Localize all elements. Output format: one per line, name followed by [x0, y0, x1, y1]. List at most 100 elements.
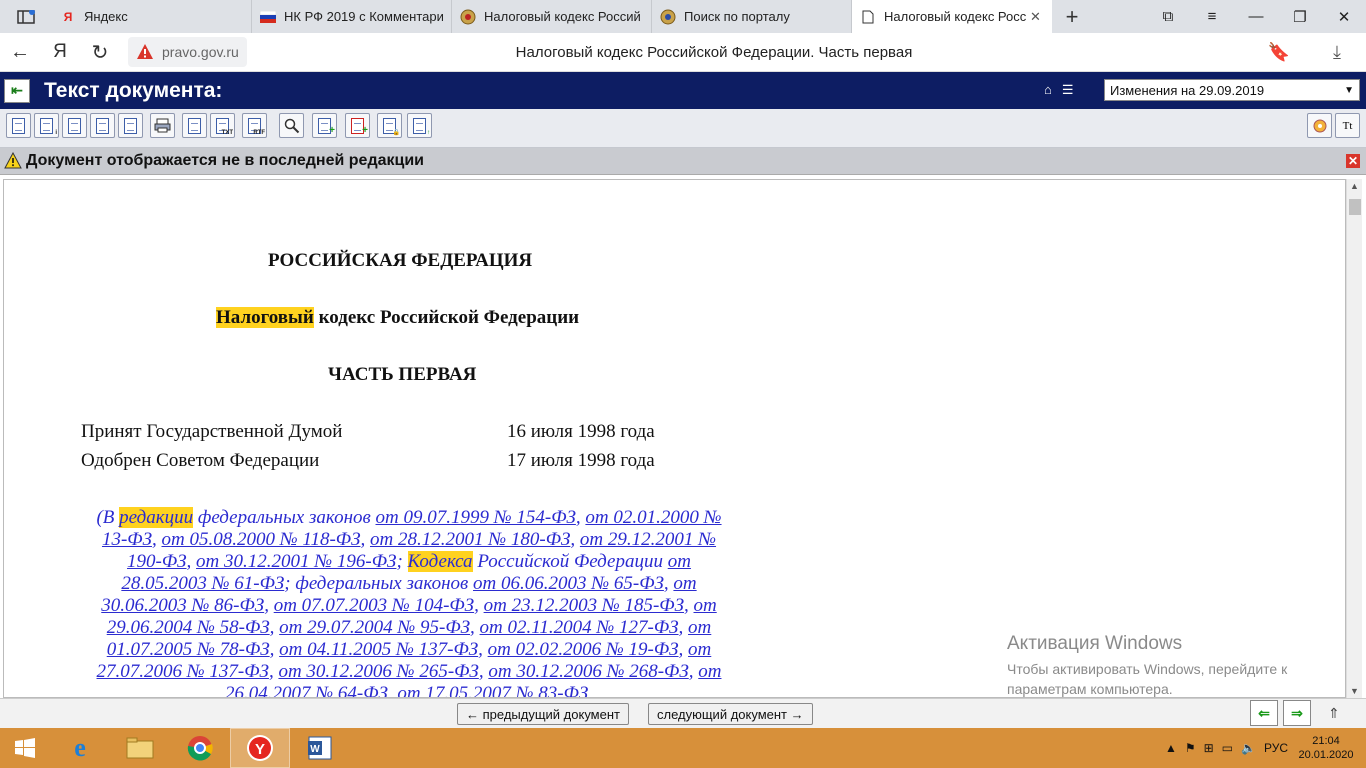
close-window-button[interactable]: ✕	[1322, 0, 1366, 33]
windows-activation-watermark: Активация Windows Чтобы активировать Win…	[1007, 633, 1288, 697]
close-icon[interactable]: ✕	[1346, 154, 1360, 168]
law-link[interactable]: от 02.11.2004 № 127-ФЗ	[480, 617, 679, 638]
svg-text:W: W	[310, 744, 320, 755]
law-link[interactable]: от 30.12.2006 № 268-ФЗ	[488, 661, 688, 682]
edition-select[interactable]: Изменения на 29.09.2019 ▼	[1104, 79, 1360, 101]
arrow-left-icon[interactable]: ⇐	[1250, 700, 1278, 726]
warning-icon	[137, 44, 153, 59]
search-in-doc-button[interactable]	[279, 113, 304, 138]
law-link[interactable]: от 23.12.2003 № 185-ФЗ	[484, 595, 684, 616]
url-field[interactable]: pravo.gov.ru	[128, 37, 247, 67]
law-link[interactable]: от 28.12.2001 № 180-ФЗ	[370, 529, 570, 550]
pin-icon[interactable]: ⧉	[1146, 0, 1190, 33]
add-to-folder-button[interactable]: +	[345, 113, 370, 138]
minimize-button[interactable]: —	[1234, 0, 1278, 33]
tab-active-document[interactable]: Налоговый кодекс Росс ✕	[852, 0, 1052, 33]
tab-nalogovyi-kodeks[interactable]: Налоговый кодекс Россий	[452, 0, 652, 33]
language-indicator[interactable]: РУС	[1264, 741, 1288, 755]
contents-icon[interactable]: ☰	[1062, 82, 1074, 98]
doc-country: РОССИЙСКАЯ ФЕДЕРАЦИЯ	[268, 250, 533, 271]
emblem-icon	[660, 9, 676, 25]
yandex-browser-icon[interactable]: Y	[230, 728, 290, 768]
search-icon	[284, 118, 299, 133]
print-preview-button[interactable]	[182, 113, 207, 138]
doc-text-button[interactable]	[6, 113, 31, 138]
tab-yandex[interactable]: Я Яндекс	[52, 0, 252, 33]
approved-date: 17 июля 1998 года	[507, 450, 655, 471]
tray-expand-icon[interactable]: ▲	[1165, 741, 1177, 755]
prev-document-button[interactable]: ← предыдущий документ	[457, 703, 629, 725]
law-link[interactable]: от 29.07.2004 № 95-ФЗ	[279, 617, 470, 638]
law-link[interactable]: от 30.12.2001 № 196-ФЗ	[196, 551, 396, 572]
law-link[interactable]: от 02.02.2006 № 19-ФЗ	[488, 639, 679, 660]
menu-icon[interactable]: ≡	[1190, 0, 1234, 33]
new-tab-button[interactable]: +	[1052, 0, 1092, 33]
yandex-icon: Я	[63, 9, 73, 24]
print-button[interactable]	[150, 113, 175, 138]
close-icon[interactable]: ✕	[1030, 9, 1044, 25]
chrome-icon[interactable]	[170, 728, 230, 768]
arrow-right-icon[interactable]: ⇒	[1283, 700, 1311, 726]
save-rtf-button[interactable]: RTF	[242, 113, 267, 138]
reload-button[interactable]: ↻	[80, 33, 120, 72]
law-link[interactable]: от 09.07.1999 № 154-ФЗ	[376, 507, 576, 528]
address-bar: ← Я ↻ pravo.gov.ru Налоговый кодекс Росс…	[0, 33, 1366, 72]
ie-icon[interactable]: e	[50, 728, 110, 768]
tabs-manager-icon[interactable]	[0, 0, 52, 33]
doc-info-button[interactable]: i	[34, 113, 59, 138]
doc-related-button[interactable]	[118, 113, 143, 138]
flag-icon[interactable]: ⚑	[1185, 741, 1196, 755]
clock[interactable]: 21:04 20.01.2020	[1296, 734, 1356, 762]
doc-part: ЧАСТЬ ПЕРВАЯ	[328, 364, 477, 385]
warning-icon	[4, 152, 22, 169]
scroll-thumb[interactable]	[1349, 199, 1361, 215]
file-explorer-icon[interactable]	[110, 728, 170, 768]
back-to-list-icon[interactable]: ⇤	[4, 78, 30, 103]
restore-button[interactable]: ❐	[1278, 0, 1322, 33]
law-link[interactable]: от 30.12.2006 № 265-ФЗ	[278, 661, 478, 682]
yandex-home-button[interactable]: Я	[40, 33, 80, 72]
export-doc-button[interactable]: ↑	[407, 113, 432, 138]
start-button[interactable]	[0, 728, 50, 768]
russia-flag-icon	[260, 9, 276, 25]
law-link[interactable]: от 07.07.2003 № 104-ФЗ	[274, 595, 474, 616]
system-tray: ▲ ⚑ ⊞ ▭ 🔈 РУС 21:04 20.01.2020	[1165, 734, 1366, 762]
edition-history: (В редакции федеральных законов от 09.07…	[84, 507, 734, 697]
tab-poisk-po-portalu[interactable]: Поиск по порталу	[652, 0, 852, 33]
doc-changes-button[interactable]	[62, 113, 87, 138]
download-icon[interactable]: ⤓	[1308, 42, 1366, 63]
lock-doc-button[interactable]: 🔒	[377, 113, 402, 138]
font-size-icon[interactable]: Tt	[1335, 113, 1360, 138]
word-icon[interactable]: W	[290, 728, 350, 768]
add-bookmark-button[interactable]: +	[312, 113, 337, 138]
law-link[interactable]: от 05.08.2000 № 118-ФЗ	[161, 529, 360, 550]
browser-tab-bar: Я Яндекс НК РФ 2019 с Комментари Налоговы…	[0, 0, 1366, 33]
tab-nk-rf-2019[interactable]: НК РФ 2019 с Комментари	[252, 0, 452, 33]
emblem-icon	[460, 9, 476, 25]
law-link[interactable]: от 04.11.2005 № 137-ФЗ	[279, 639, 478, 660]
svg-text:Y: Y	[255, 741, 265, 758]
document-scrollbar[interactable]: ▲ ▼	[1346, 179, 1362, 698]
network-icon[interactable]: ⊞	[1204, 741, 1214, 755]
doc-links-button[interactable]	[90, 113, 115, 138]
power-icon[interactable]: ▭	[1222, 741, 1233, 755]
scroll-down-icon[interactable]: ▼	[1350, 686, 1359, 696]
law-link[interactable]: от 17.05.2007 № 83-ФЗ	[397, 683, 588, 697]
home-icon[interactable]: ⌂	[1044, 82, 1052, 98]
scroll-top-icon[interactable]: ⇑	[1328, 705, 1340, 722]
windows-taskbar: e Y W ▲ ⚑ ⊞ ▭ 🔈 РУС 21:04 20.01.2020	[0, 728, 1366, 768]
save-txt-button[interactable]: TXT	[210, 113, 235, 138]
old-edition-warning: Документ отображается не в последней ред…	[0, 148, 1366, 175]
adopted-label: Принят Государственной Думой	[81, 421, 343, 442]
document-toolbar: i TXT RTF + + 🔒 ↑ Tt	[0, 109, 1366, 148]
app-header: ⇤ Текст документа: ⌂ ☰ Изменения на 29.0…	[0, 72, 1366, 109]
back-button[interactable]: ←	[0, 33, 40, 72]
law-link[interactable]: от 06.06.2003 № 65-ФЗ	[473, 573, 664, 594]
document-navigation: ← предыдущий документ следующий документ…	[0, 698, 1366, 728]
chevron-down-icon: ▼	[1344, 84, 1354, 96]
next-document-button[interactable]: следующий документ →	[648, 703, 813, 725]
scroll-up-icon[interactable]: ▲	[1350, 181, 1359, 191]
volume-icon[interactable]: 🔈	[1241, 741, 1256, 755]
settings-icon[interactable]	[1307, 113, 1332, 138]
bookmark-icon[interactable]: 🔖	[1250, 42, 1308, 63]
